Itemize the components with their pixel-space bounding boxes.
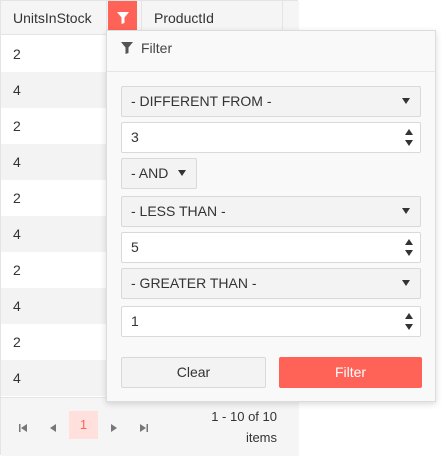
pager-info-range: 1 - 10 of 10 bbox=[211, 409, 277, 424]
next-page-icon[interactable] bbox=[104, 418, 124, 438]
pager-info: 1 - 10 of 10 items bbox=[211, 406, 277, 448]
filter-title-label: Filter bbox=[141, 40, 173, 56]
logic-dropdown[interactable]: - AND bbox=[121, 158, 197, 189]
operator-dropdown-2-value: - LESS THAN - bbox=[131, 203, 226, 219]
previous-page-icon[interactable] bbox=[43, 418, 63, 438]
pager-info-unit: items bbox=[245, 430, 277, 445]
operator-dropdown-1[interactable]: - DIFFERENT FROM - bbox=[121, 86, 421, 117]
first-page-icon[interactable] bbox=[13, 418, 33, 438]
spinner[interactable] bbox=[398, 233, 420, 262]
operator-dropdown-1-value: - DIFFERENT FROM - bbox=[131, 93, 272, 109]
spinner[interactable] bbox=[398, 123, 420, 152]
last-page-icon[interactable] bbox=[134, 418, 154, 438]
spin-down-icon[interactable] bbox=[405, 324, 413, 330]
spinner[interactable] bbox=[398, 307, 420, 336]
divider bbox=[107, 71, 435, 72]
spin-up-icon[interactable] bbox=[405, 239, 413, 245]
page-number-current[interactable]: 1 bbox=[69, 411, 98, 439]
value-input-3-text: 1 bbox=[131, 313, 139, 329]
spin-up-icon[interactable] bbox=[405, 129, 413, 135]
chevron-down-icon bbox=[402, 208, 410, 214]
filter-icon bbox=[121, 42, 133, 54]
value-input-3[interactable]: 1 bbox=[121, 306, 421, 337]
filter-icon bbox=[116, 12, 129, 24]
value-input-1[interactable]: 3 bbox=[121, 122, 421, 153]
grid-pager: 1 1 - 10 of 10 items bbox=[1, 397, 299, 456]
logic-dropdown-value: - AND bbox=[131, 165, 169, 181]
operator-dropdown-3[interactable]: - GREATER THAN - bbox=[121, 268, 421, 299]
column-header-unitsinstock[interactable]: UnitsInStock bbox=[1, 1, 107, 35]
value-input-2[interactable]: 5 bbox=[121, 232, 421, 263]
filter-apply-button[interactable]: Filter bbox=[279, 357, 422, 388]
chevron-down-icon bbox=[402, 98, 410, 104]
clear-button[interactable]: Clear bbox=[121, 357, 266, 388]
value-input-2-text: 5 bbox=[131, 239, 139, 255]
chevron-down-icon bbox=[402, 280, 410, 286]
chevron-down-icon bbox=[178, 170, 186, 176]
filter-popup: Filter - DIFFERENT FROM - 3 - AND - LESS… bbox=[106, 30, 436, 402]
spin-down-icon[interactable] bbox=[405, 140, 413, 146]
value-input-1-text: 3 bbox=[131, 129, 139, 145]
operator-dropdown-3-value: - GREATER THAN - bbox=[131, 275, 257, 291]
spin-down-icon[interactable] bbox=[405, 250, 413, 256]
filter-popup-title: Filter bbox=[121, 40, 172, 56]
operator-dropdown-2[interactable]: - LESS THAN - bbox=[121, 196, 421, 227]
spin-up-icon[interactable] bbox=[405, 313, 413, 319]
